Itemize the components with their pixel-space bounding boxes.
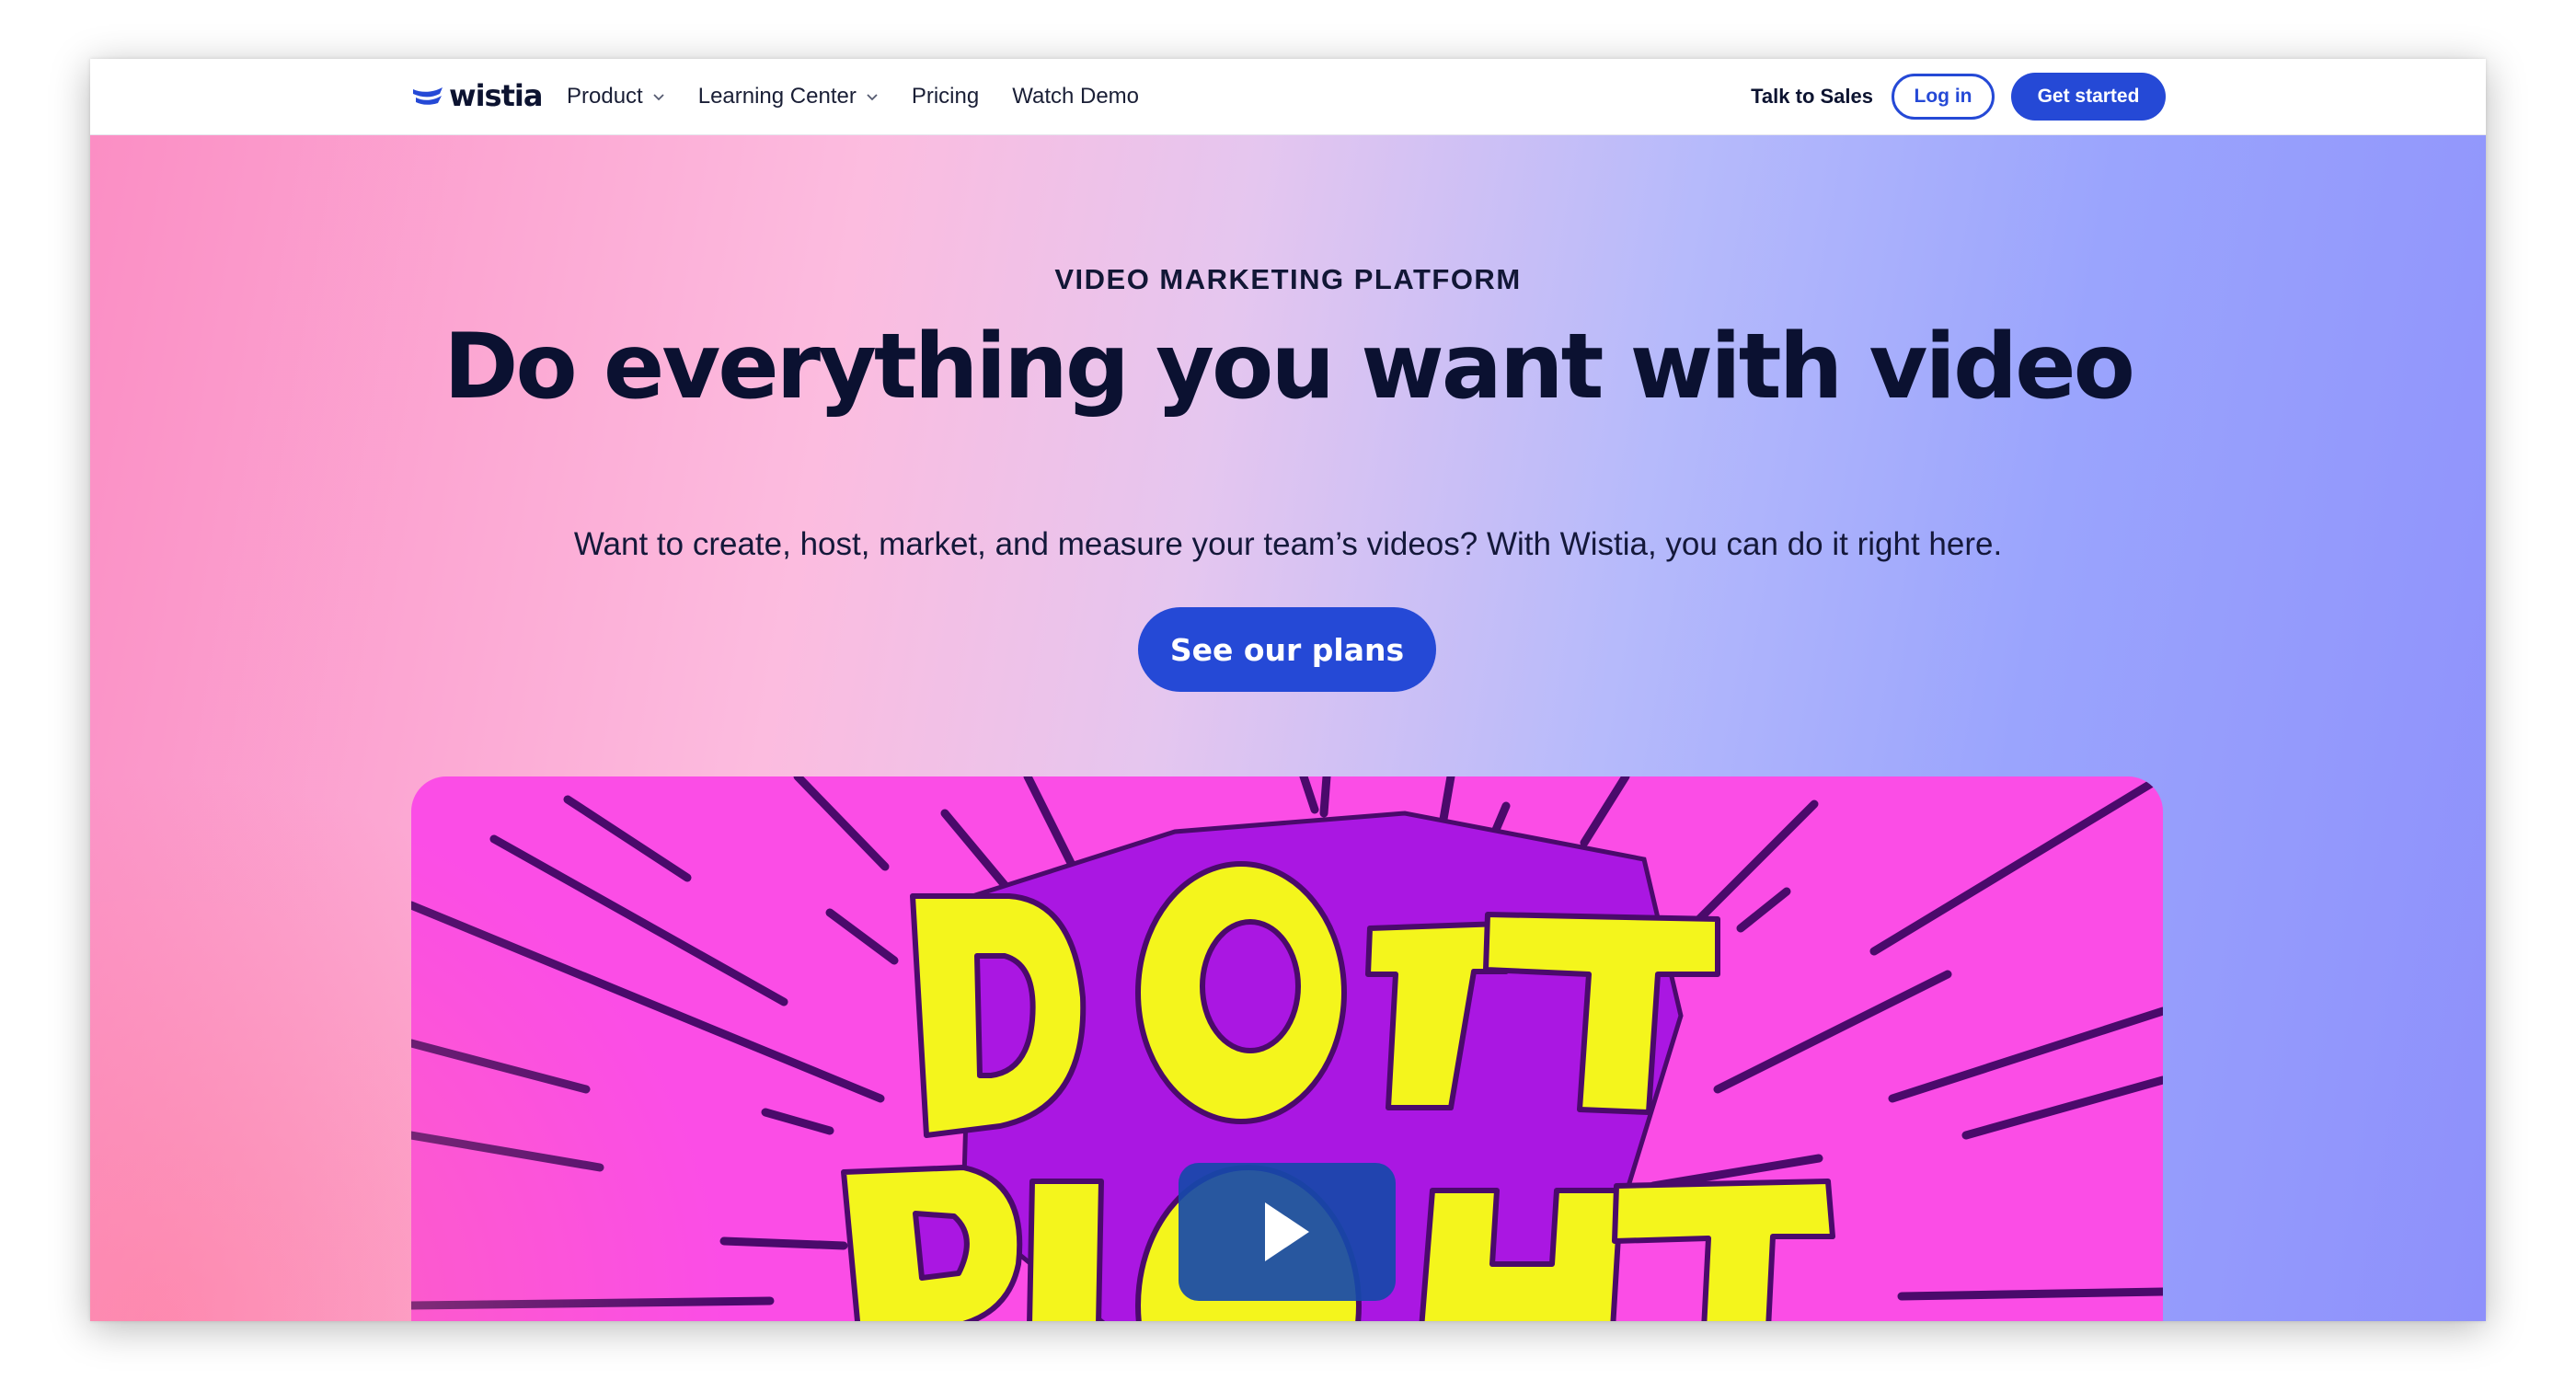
nav-actions: Talk to Sales Log in Get started (1751, 70, 2166, 123)
video-player[interactable] (411, 776, 2163, 1321)
play-button[interactable] (1179, 1163, 1396, 1301)
top-navigation: wistia Product Learning Center Pricing W… (90, 59, 2486, 135)
talk-to-sales-link[interactable]: Talk to Sales (1751, 85, 1873, 109)
logo-wordmark: wistia (449, 78, 543, 113)
see-plans-button[interactable]: See our plans (1138, 607, 1436, 692)
nav-product-label: Product (567, 84, 643, 109)
browser-viewport: wistia Product Learning Center Pricing W… (90, 59, 2486, 1321)
nav-learning-center-label: Learning Center (697, 84, 857, 109)
play-icon (1265, 1202, 1309, 1261)
primary-nav: Product Learning Center Pricing Watch De… (567, 59, 1172, 134)
wistia-logo[interactable]: wistia (412, 74, 543, 118)
nav-pricing[interactable]: Pricing (912, 84, 979, 109)
hero-subtext: Want to create, host, market, and measur… (573, 526, 2003, 562)
wistia-logo-icon (413, 87, 443, 105)
nav-product[interactable]: Product (567, 84, 665, 109)
hero-section: VIDEO MARKETING PLATFORM Do everything y… (90, 134, 2486, 1321)
hero-eyebrow: VIDEO MARKETING PLATFORM (1054, 263, 1522, 295)
nav-pricing-label: Pricing (911, 84, 980, 109)
nav-watch-demo-label: Watch Demo (1012, 84, 1140, 109)
get-started-button[interactable]: Get started (2011, 73, 2166, 121)
chevron-down-icon (867, 94, 878, 101)
login-button[interactable]: Log in (1892, 74, 1995, 120)
hero-headline: Do everything you want with video (443, 315, 2135, 420)
nav-watch-demo[interactable]: Watch Demo (1012, 84, 1139, 109)
nav-learning-center[interactable]: Learning Center (698, 84, 879, 109)
chevron-down-icon (653, 94, 664, 101)
